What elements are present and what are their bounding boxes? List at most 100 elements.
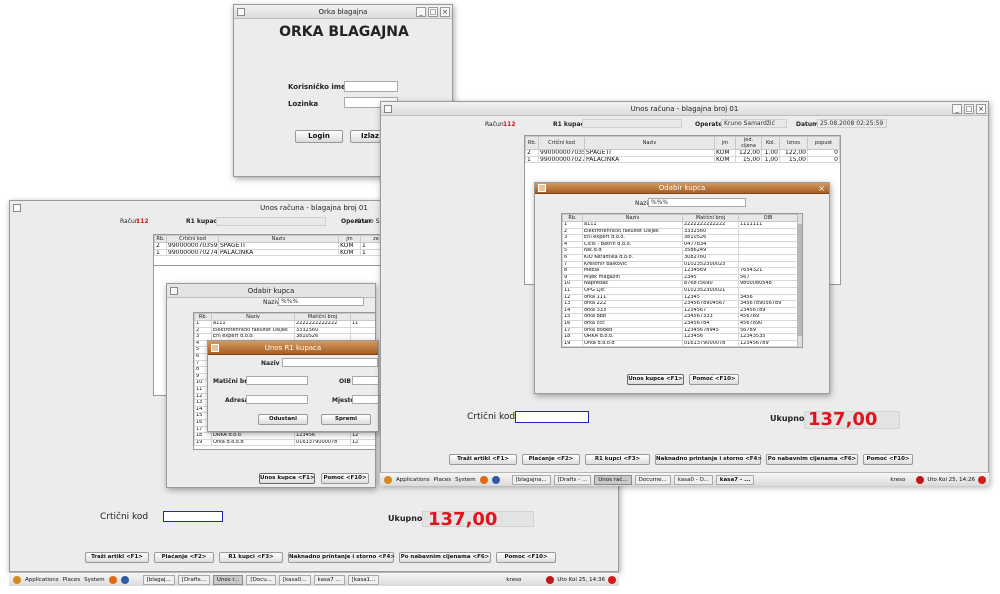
task-button[interactable]: Unos rač... [594,474,632,485]
system-menu[interactable]: System [455,477,476,483]
list-item[interactable]: 14 orka 333 1234567 23456789 [562,306,798,315]
table-row[interactable]: 2 9900000070359 ŠPAGETI KOM 1 [154,242,392,250]
r1-oib-input[interactable] [352,376,378,385]
task-button[interactable]: [blagaj... [142,574,175,585]
pomoc-dialog-button[interactable]: Pomoć <F10> [689,374,739,385]
power-icon[interactable] [608,575,616,584]
nabavne-cijene-button[interactable]: Po nabavnim cijenama <F6> [766,454,858,465]
barcode-input[interactable] [163,511,223,522]
login-title-bar[interactable]: Orka blagajna _ □ × [234,5,452,19]
clock[interactable]: Uto Kol 25, 14:36 [557,577,605,583]
front-title-bar[interactable]: Unos računa - blagajna broj 01 _ □ × [381,102,988,116]
clock[interactable]: Uto Kol 25, 14:26 [927,477,975,483]
list-item[interactable]: 1 a111 2222222222222 11 [194,320,375,328]
network-icon[interactable] [916,475,925,484]
task-button[interactable]: [kasa1... [347,574,380,585]
close-icon[interactable]: × [440,7,450,17]
pomoc-dialog-button[interactable]: Pomoć <F10> [321,473,369,484]
r1-kupci-button[interactable]: R1 kupci <F3> [219,552,283,563]
task-button[interactable]: [kasa0... [278,574,311,585]
unos-kupca-button[interactable]: Unos kupca <F1> [259,473,315,484]
firefox-icon[interactable] [479,475,488,484]
r1-mjesto-input[interactable] [352,395,378,404]
minimize-icon[interactable]: _ [416,7,426,17]
maximize-icon[interactable]: □ [428,7,438,17]
list-item[interactable]: 7 Krešimir Balković 0102352300023 [562,260,798,269]
list-item[interactable]: 4 Ciciš - Batrin d.o.o. 0477834 [562,240,798,249]
list-item[interactable]: 3 Eni expert d.o.o. 3810526 [562,234,798,242]
list-item[interactable]: 19 Orka d.o.o.d 0161379000078 12 [194,438,375,447]
spremi-button[interactable]: Spremi [321,414,371,425]
odustani-button[interactable]: Odustani [258,414,308,425]
naziv-search-input[interactable]: %%% [648,198,746,207]
username-input[interactable] [344,81,398,92]
r1-maticni-input[interactable] [246,376,308,385]
barcode-input[interactable] [515,411,589,423]
naknadno-printanje-button[interactable]: Naknadno printanje i storno <F4> [655,454,762,465]
applications-menu[interactable]: Applications [396,477,430,483]
r1-adresa-input[interactable] [246,395,308,404]
r1-kupci-button[interactable]: R1 kupci <F3> [585,454,650,465]
pomoc-button[interactable]: Pomoć <F10> [863,454,913,465]
r1-naziv-input[interactable] [282,358,378,367]
list-item[interactable]: 6 KIO Keramika d.o.o. 3082760 [562,253,798,262]
system-menu[interactable]: System [84,577,105,583]
nabavne-cijene-button[interactable]: Po nabavnim cijenama <F6> [399,552,491,563]
list-item[interactable]: 13 orka 222 2345678904567 3456789056789 [562,300,798,308]
unos-kupca-button[interactable]: Unos kupca <F1> [627,374,684,385]
maximize-icon[interactable]: □ [964,104,974,114]
close-icon[interactable]: × [976,104,986,114]
task-button[interactable]: [Drafts - ... [553,474,592,485]
list-item[interactable]: 16 orka ccc 23456784 4567890 [562,319,798,328]
table-row[interactable]: 2 9900000070359 ŠPAGETI KOM 122,00 1,00 … [525,149,840,157]
login-button[interactable]: Login [295,130,343,143]
task-button[interactable]: [Docu... [246,574,276,585]
task-button[interactable]: kasa0 - O... [673,474,713,485]
trazi-artikl-button[interactable]: Traži artikl <F1> [85,552,149,563]
list-item[interactable]: 5 Nik.d.d 3586249 [562,247,798,255]
minimize-icon[interactable]: _ [952,104,962,114]
kupci-scrollbar[interactable] [797,214,802,347]
list-item[interactable]: 8 Mebla 1234569 7654321 [562,267,798,275]
task-button[interactable]: Docume... [634,474,671,485]
list-item[interactable]: 18 DRKA d.o.o. 123456 12 [194,432,375,440]
back-dialog-title-bar[interactable]: Odabir kupca [167,284,375,298]
placanje-button[interactable]: Plaćanje <F2> [522,454,580,465]
table-row[interactable]: 1 9900000070274 PALAČINKA KOM 15,00 1,00… [525,155,840,164]
trazi-artikl-button[interactable]: Traži artikl <F1> [449,454,517,465]
thunderbird-icon[interactable] [491,475,500,484]
table-row[interactable]: 1 9900000070274 PALAČINKA KOM 1 [154,248,392,257]
list-item[interactable]: 9 Mijek magazin 2345 567 [562,273,798,282]
naziv-search-input[interactable]: %%% [278,297,364,306]
back-items-grid[interactable]: Rb. Crtični kod Naziv jm ze 2 9900000070… [153,234,393,266]
list-item[interactable]: 18 ORKA d.o.o. 123456 12343535 [562,333,798,341]
places-menu[interactable]: Places [63,577,81,583]
list-item[interactable]: 2 Elektrotehnički fakultet Osijek 3332560 [194,326,375,335]
front-kupci-grid[interactable]: Rb. Naziv Matični broj OIB 1 a111 22222222… [561,213,803,348]
thunderbird-icon[interactable] [120,575,129,584]
network-icon[interactable] [546,575,555,584]
list-item[interactable]: 1 a111 2222222222222 1111111 [562,221,798,229]
list-item[interactable]: 19 Orka d.o.o.d 0161379000078 123456789 [562,339,798,347]
list-item[interactable]: 12 orka 111 12345 3456 [562,293,798,302]
applications-menu[interactable]: Applications [25,577,59,583]
list-item[interactable]: 17 orka doded 12345678945 56789 [562,326,798,335]
task-button[interactable]: [blagajna... [511,474,551,485]
front-dialog-title-bar[interactable]: Odabir kupca × [535,183,829,194]
r1-dialog-title-bar[interactable]: Unos R1 kupaca [208,341,378,355]
naknadno-printanje-button[interactable]: Naknadno printanje i storno <F4> [288,552,395,563]
firefox-icon[interactable] [108,575,117,584]
task-button[interactable]: Unos r... [212,574,244,585]
close-icon[interactable]: × [818,183,825,194]
task-button[interactable]: kasa7 ... [313,574,345,585]
places-menu[interactable]: Places [434,477,452,483]
pomoc-button[interactable]: Pomoć <F10> [496,552,556,563]
list-item[interactable]: 11 OPG Ljić 0102352300021 [562,286,798,295]
placanje-button[interactable]: Plaćanje <F2> [154,552,214,563]
list-item[interactable]: 2 Elektrotehnički fakultet Osijek 3332560 [562,227,798,236]
power-icon[interactable] [978,475,986,484]
scrollbar-thumb[interactable] [798,224,802,336]
list-item[interactable]: 15 orka bbb 234567333 456789 [562,313,798,321]
task-button[interactable]: kasa7 - ... [715,474,755,485]
list-item[interactable]: 10 Napredak 876875690 9800080548 [562,280,798,288]
